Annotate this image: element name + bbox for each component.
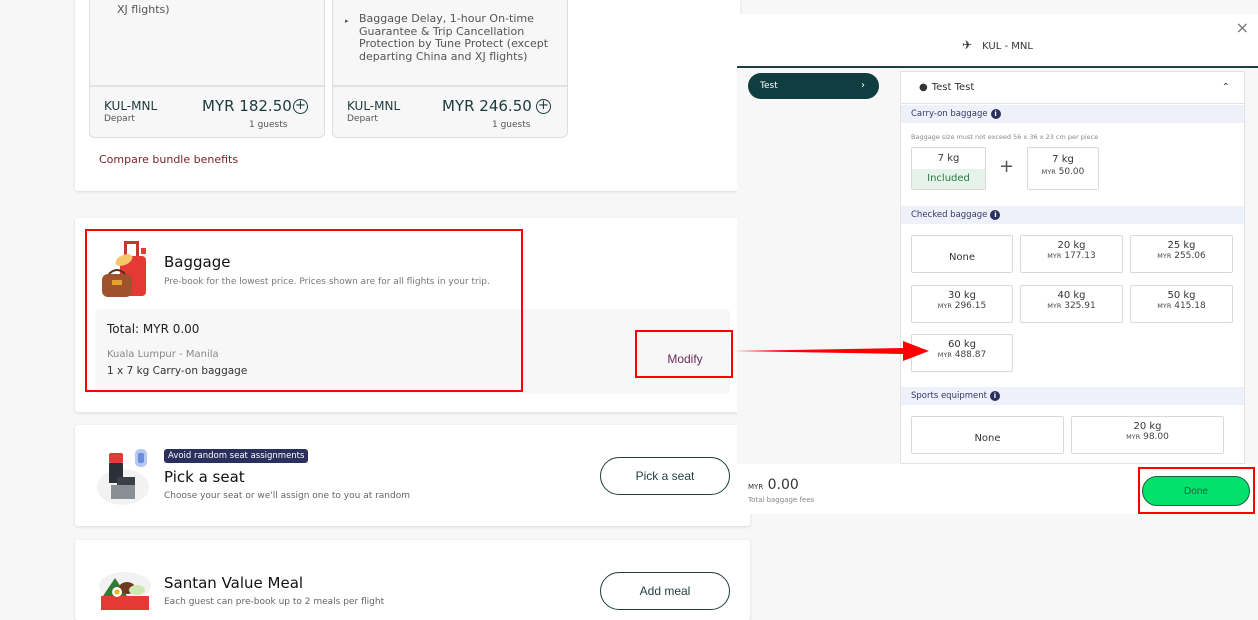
carry-on-included-option: 7 kg Included [911,147,986,190]
bundle-benefit-text: ▸ Baggage Delay, 1-hour On-time Guarantee… [345,12,549,63]
total-fee-amount: MYR 0.00 [748,477,799,493]
add-meal-button[interactable]: Add meal [600,572,730,610]
meal-subtitle: Each guest can pre-book up to 2 meals pe… [164,597,385,607]
seat-icon [97,449,149,505]
annotation-box-baggage [85,229,523,392]
info-icon[interactable]: i [990,209,1001,220]
bundle-card: XJ flights) KUL-MNL Depart MYR 182.50 + … [75,0,740,191]
checked-option[interactable]: 50 kg MYR 415.18 [1130,285,1233,323]
plane-departure-icon: ✈ [962,38,973,52]
checked-none-option[interactable]: None [911,235,1013,273]
compare-bundle-link[interactable]: Compare bundle benefits [99,153,238,166]
bundle-route: KUL-MNL [104,99,158,113]
bundle-tile[interactable]: XJ flights) KUL-MNL Depart MYR 182.50 + … [89,0,325,138]
bundle-route: KUL-MNL [347,99,401,113]
modal-route: ✈ KUL - MNL [737,38,1258,52]
baggage-modal: × ✈ KUL - MNL Test › ● Test Test ⌃ Carry-o… [737,14,1258,514]
close-icon[interactable]: × [1236,18,1249,37]
modal-body: Test › ● Test Test ⌃ Carry-on baggage i Ba… [737,68,1258,464]
passenger-name: Test Test [931,82,975,93]
person-icon: ● [919,82,928,93]
meal-card: Santan Value Meal Each guest can pre-boo… [75,540,750,620]
bundle-price: MYR 182.50 [202,97,292,115]
annotation-box-done [1138,467,1255,514]
add-circle-icon[interactable]: + [293,99,308,114]
bundle-direction: Depart [347,114,378,124]
passenger-header[interactable]: ● Test Test ⌃ [901,72,1244,104]
annotation-box-modify [635,330,733,378]
seat-title: Pick a seat [164,468,245,486]
sports-option[interactable]: 20 kg MYR 98.00 [1071,416,1224,454]
checked-option[interactable]: 20 kg MYR 177.13 [1020,235,1123,273]
bundle-direction: Depart [104,114,135,124]
checked-option[interactable]: 25 kg MYR 255.06 [1130,235,1233,273]
bundle-guests: 1 guests [249,120,288,130]
carry-on-section-header: Carry-on baggage i [901,105,1244,123]
add-circle-icon[interactable]: + [536,99,551,114]
sports-section-header: Sports equipment i [901,387,1244,405]
sports-none-option[interactable]: None [911,416,1064,454]
seat-card: Avoid random seat assignments Pick a sea… [75,425,750,526]
passenger-tab[interactable]: Test › [748,73,879,99]
bullet-icon: ▸ [345,17,349,25]
carry-on-size-note: Baggage size must not exceed 56 x 36 x 2… [911,133,1099,141]
bundle-price: MYR 246.50 [442,97,532,115]
seat-subtitle: Choose your seat or we'll assign one to … [164,491,411,501]
total-fee-label: Total baggage fees [748,496,815,504]
checked-section-header: Checked baggage i [901,206,1244,224]
checked-option[interactable]: 30 kg MYR 296.15 [911,285,1013,323]
chevron-right-icon: › [861,80,865,91]
chevron-up-icon[interactable]: ⌃ [1222,72,1230,104]
pick-seat-button[interactable]: Pick a seat [600,457,730,495]
passenger-tab-label: Test [760,81,778,91]
included-label: Included [912,169,985,189]
annotation-arrow [733,341,929,361]
info-icon[interactable]: i [990,108,1001,119]
modal-route-label: KUL - MNL [982,41,1033,52]
meal-title: Santan Value Meal [164,574,304,592]
bundle-benefit-text: XJ flights) [117,3,170,16]
meal-icon [99,572,151,610]
plus-icon: + [999,156,1015,177]
bundle-guests: 1 guests [492,120,531,130]
passenger-panel: ● Test Test ⌃ Carry-on baggage i Baggage s… [900,71,1245,464]
checked-option[interactable]: 40 kg MYR 325.91 [1020,285,1123,323]
info-icon[interactable]: i [989,390,1000,401]
avoid-random-seat-badge: Avoid random seat assignments [164,449,309,463]
bundle-tile[interactable]: ▸ Baggage Delay, 1-hour On-time Guarantee… [332,0,568,138]
carry-on-addon-option[interactable]: 7 kg MYR 50.00 [1027,147,1099,190]
